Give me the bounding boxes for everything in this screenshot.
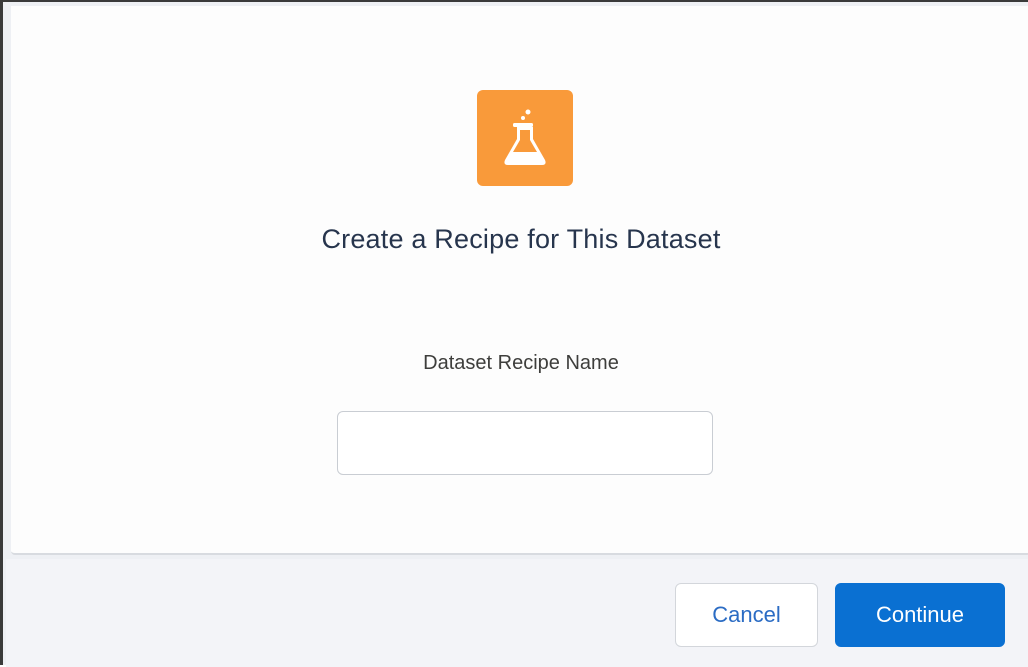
- dialog-title: Create a Recipe for This Dataset: [321, 224, 721, 254]
- beaker-icon: [477, 90, 573, 186]
- continue-button[interactable]: Continue: [835, 583, 1005, 647]
- recipe-name-input[interactable]: [337, 411, 713, 475]
- cancel-button[interactable]: Cancel: [675, 583, 818, 647]
- recipe-name-label: Dataset Recipe Name: [423, 352, 619, 374]
- modal-body: Create a Recipe for This Dataset Dataset…: [11, 6, 1028, 555]
- dialog-frame: Create a Recipe for This Dataset Dataset…: [0, 0, 1028, 667]
- modal-footer: Cancel Continue: [6, 559, 1028, 667]
